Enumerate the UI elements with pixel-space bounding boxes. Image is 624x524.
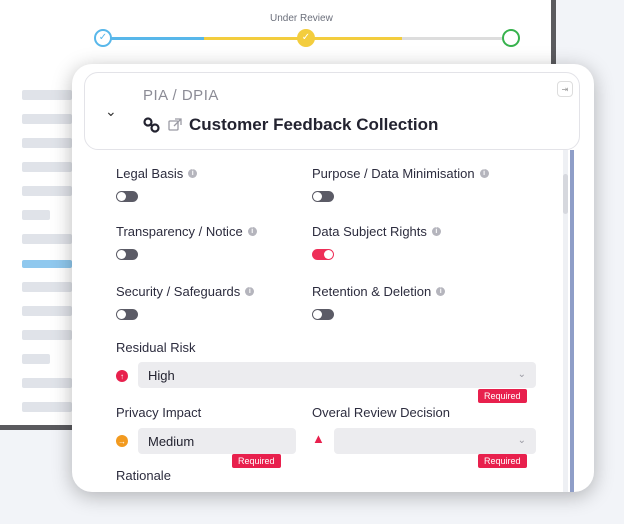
assessment-card: ⌄ PIA / DPIA Customer Feedback Collectio… (72, 64, 594, 492)
residual-risk-select[interactable]: High ⌄ (138, 362, 536, 388)
required-badge: Required (478, 454, 527, 468)
toggle-label: Legal Basis (116, 166, 184, 181)
title-row: Customer Feedback Collection (143, 115, 438, 135)
check-icon: ✓ (301, 32, 311, 43)
card-body: Legal Basis i Purpose / Data Minimisation… (72, 150, 594, 492)
chevron-down-icon[interactable]: ⌄ (105, 103, 117, 120)
chevron-down-icon: ⌄ (517, 435, 526, 446)
toggle-field-data-subject-rights: Data Subject Rights i (312, 224, 441, 260)
list-item (22, 282, 72, 292)
step-node-done[interactable]: ✓ (94, 29, 112, 47)
required-badge: Required (478, 389, 527, 403)
arrow-up-icon: ↑ (116, 370, 128, 382)
list-item (22, 138, 72, 148)
progress-segment-done (110, 37, 204, 40)
review-decision-select[interactable]: ⌄ (334, 428, 536, 454)
chevron-down-icon: ⌄ (517, 369, 526, 380)
list-item (22, 234, 72, 244)
residual-risk-label: Residual Risk (116, 340, 196, 355)
review-decision-label: Overal Review Decision (312, 405, 450, 420)
collapse-panel-button[interactable]: ⇥ (557, 81, 573, 97)
list-item (22, 378, 72, 388)
toggle-field-security: Security / Safeguards i (116, 284, 255, 320)
progress-segment-current-left (204, 37, 304, 40)
toggle-label: Retention & Deletion (312, 284, 432, 299)
list-item (22, 162, 72, 172)
progress-segment-pending (402, 37, 502, 40)
toggle-field-transparency: Transparency / Notice i (116, 224, 257, 260)
warning-icon: ▲ (312, 431, 325, 446)
data-subject-rights-toggle[interactable] (312, 249, 334, 260)
card-title: Customer Feedback Collection (189, 115, 439, 134)
list-item (22, 330, 72, 340)
toggle-label: Data Subject Rights (312, 224, 427, 239)
toggle-field-legal-basis: Legal Basis i (116, 166, 198, 202)
card-kicker: PIA / DPIA (143, 87, 219, 104)
background-list (0, 60, 80, 420)
select-value: Medium (148, 433, 195, 449)
toggle-field-purpose: Purpose / Data Minimisation i (312, 166, 489, 202)
retention-toggle[interactable] (312, 309, 334, 320)
link-icon[interactable] (143, 117, 161, 133)
list-item (22, 306, 72, 316)
security-toggle[interactable] (116, 309, 138, 320)
info-icon[interactable]: i (436, 287, 446, 296)
required-badge: Required (232, 454, 281, 468)
privacy-impact-label: Privacy Impact (116, 405, 202, 420)
info-icon[interactable]: i (247, 227, 257, 236)
status-progress: Under Review ✓ ✓ (0, 0, 556, 60)
scrollbar[interactable] (563, 150, 568, 492)
step-node-final[interactable] (502, 29, 520, 47)
toggle-field-retention: Retention & Deletion i (312, 284, 446, 320)
rationale-label: Rationale (116, 468, 171, 483)
list-item (22, 402, 72, 412)
privacy-impact-select[interactable]: Medium (138, 428, 296, 454)
info-icon[interactable]: i (479, 169, 489, 178)
step-node-current[interactable]: ✓ (297, 29, 315, 47)
list-item (22, 354, 50, 364)
info-icon[interactable]: i (431, 227, 441, 236)
step-label-current: Under Review (270, 13, 333, 24)
list-item-active (22, 260, 72, 268)
check-icon: ✓ (98, 32, 108, 43)
toggle-label: Purpose / Data Minimisation (312, 166, 475, 181)
scroll-rail (570, 150, 574, 492)
list-item (22, 90, 72, 100)
list-item (22, 210, 50, 220)
info-icon[interactable]: i (188, 169, 198, 178)
arrow-right-icon: → (116, 435, 128, 447)
progress-segment-current-right (314, 37, 402, 40)
toggle-label: Transparency / Notice (116, 224, 243, 239)
list-item (22, 114, 72, 124)
transparency-toggle[interactable] (116, 249, 138, 260)
purpose-toggle[interactable] (312, 191, 334, 202)
scrollbar-thumb[interactable] (563, 174, 568, 214)
toggle-label: Security / Safeguards (116, 284, 241, 299)
external-link-icon[interactable] (168, 118, 182, 132)
card-header: ⌄ PIA / DPIA Customer Feedback Collectio… (84, 72, 580, 150)
arrow-right-icon: ⇥ (561, 84, 569, 94)
info-icon[interactable]: i (245, 287, 255, 296)
select-value: High (148, 367, 175, 383)
list-item (22, 186, 72, 196)
legal-basis-toggle[interactable] (116, 191, 138, 202)
